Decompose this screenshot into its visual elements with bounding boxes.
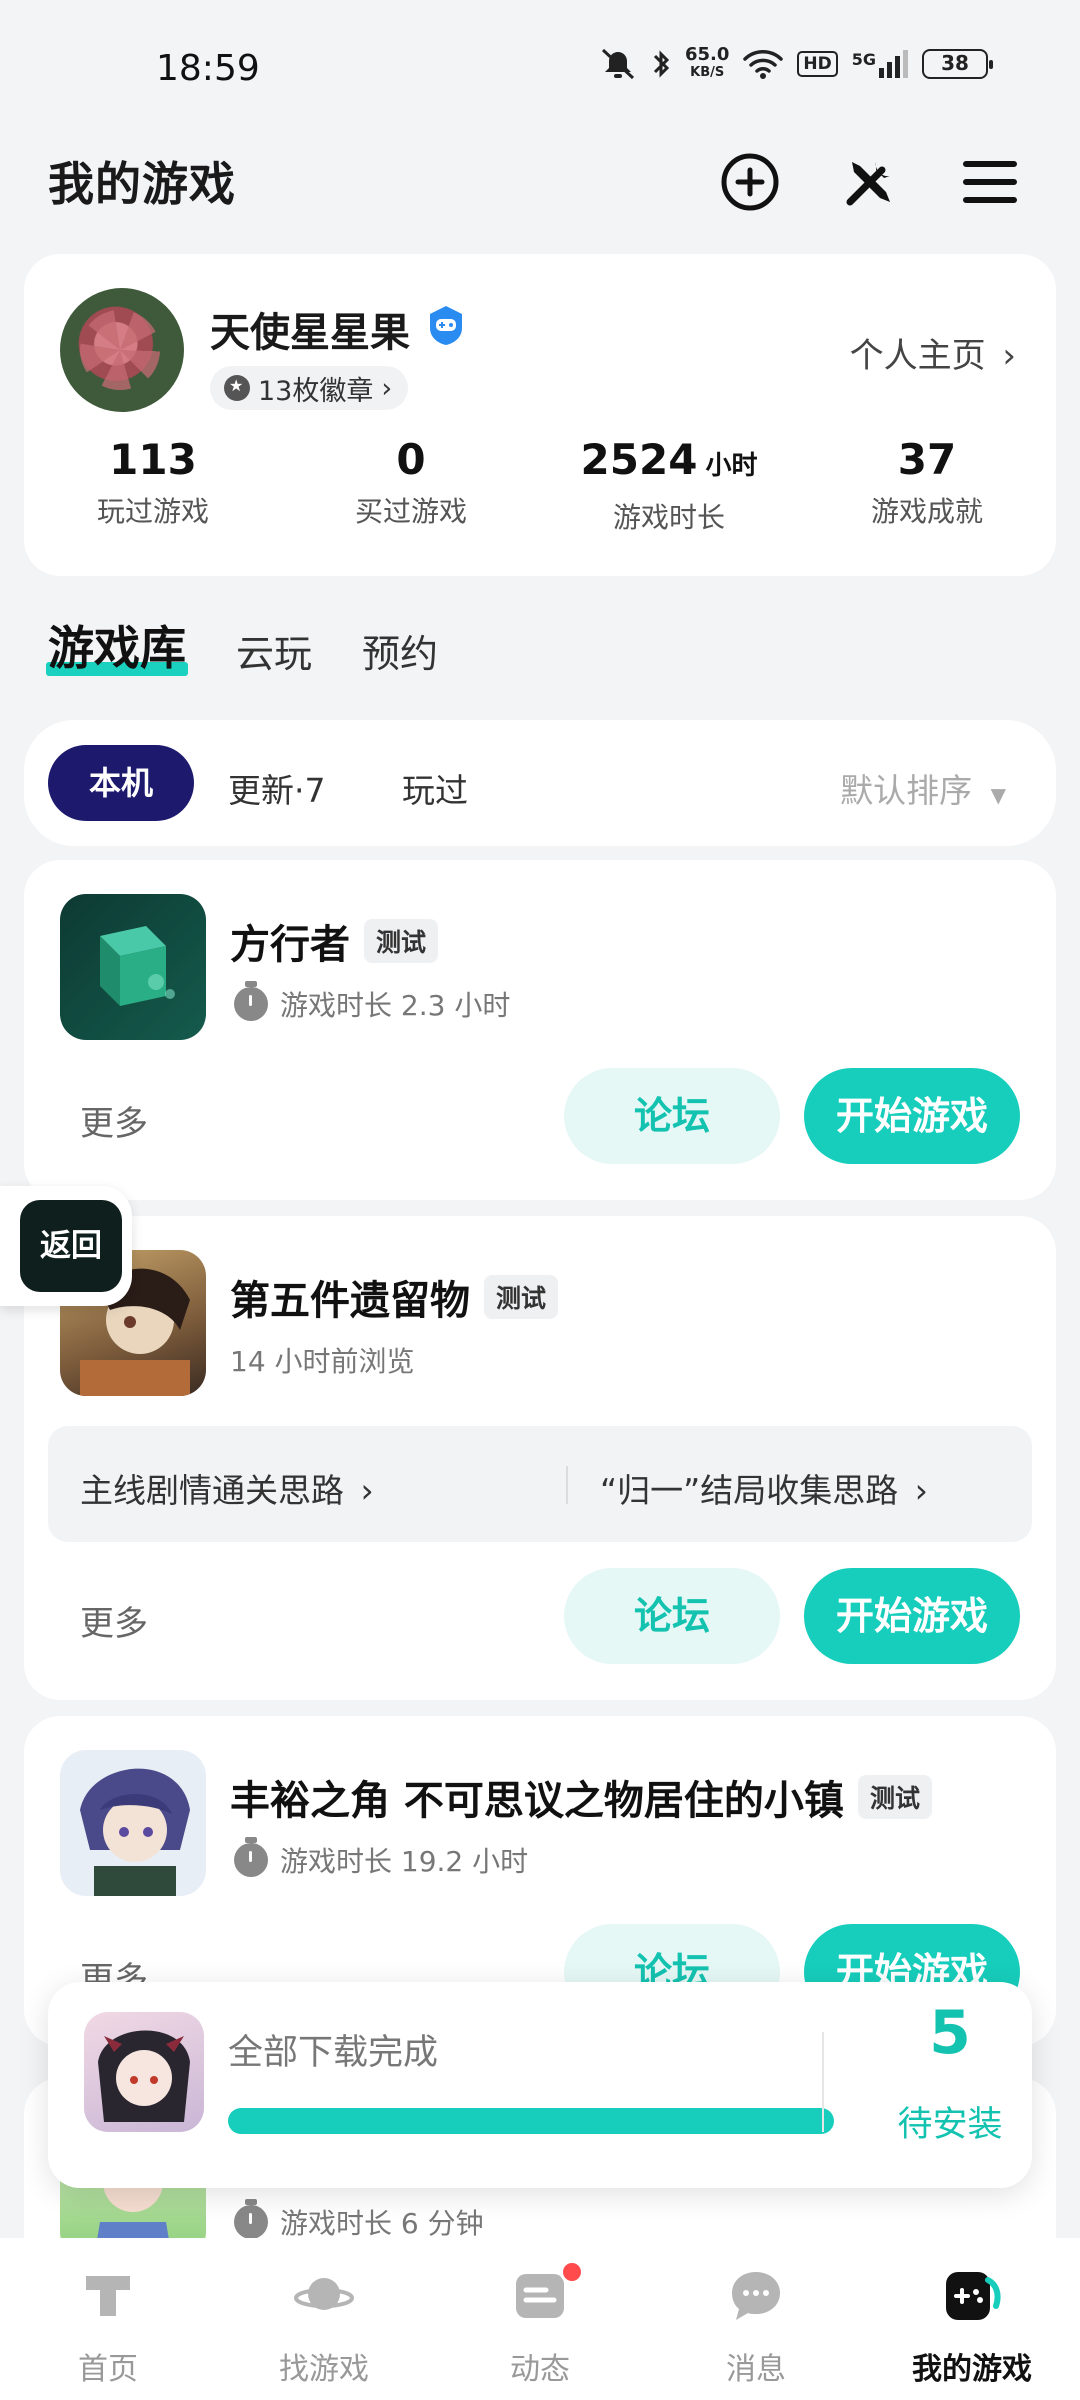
stat-playtime[interactable]: 2524 小时 游戏时长 [540, 434, 798, 536]
hd-indicator: HD [797, 51, 838, 77]
verified-gamer-icon [430, 306, 462, 345]
filter-played[interactable]: 玩过 [402, 764, 468, 812]
filter-bar: 本机 更新·7 玩过 默认排序 ▼ [24, 720, 1056, 846]
menu-icon[interactable] [958, 150, 1022, 214]
status-time: 18:59 [156, 48, 260, 89]
game-title: 丰裕之角 不可思议之物居住的小镇 测试 [230, 1768, 932, 1826]
filter-local[interactable]: 本机 [48, 745, 194, 821]
stat-bought[interactable]: 0 买过游戏 [282, 434, 540, 536]
timer-icon [234, 981, 268, 1021]
stats-row: 113 玩过游戏 0 买过游戏 2524 小时 游戏时长 37 游戏成就 [24, 434, 1056, 536]
filter-update[interactable]: 更新·7 [228, 764, 326, 812]
forum-button[interactable]: 论坛 [564, 1068, 780, 1164]
medal-icon [224, 375, 250, 401]
chevron-right-icon: › [381, 372, 393, 404]
nav-find-games[interactable]: 找游戏 [216, 2238, 432, 2400]
game-icon[interactable] [60, 894, 206, 1040]
start-game-button[interactable]: 开始游戏 [804, 1568, 1020, 1664]
game-icon[interactable] [60, 1750, 206, 1896]
tools-icon[interactable] [838, 150, 902, 214]
profile-link[interactable]: 个人主页 › [850, 328, 1016, 377]
tab-reservation[interactable]: 预约 [362, 623, 438, 678]
cube-icon [100, 926, 175, 1006]
status-bar: 18:59 65.0 KB/S HD 5G 38 [0, 0, 1080, 130]
mute-icon [601, 48, 634, 80]
chevron-right-icon: › [914, 1471, 928, 1510]
test-tag: 测试 [364, 919, 439, 963]
planet-icon [294, 2278, 354, 2310]
library-tabs: 游戏库 云玩 预约 [46, 612, 438, 678]
stat-achievements[interactable]: 37 游戏成就 [798, 434, 1056, 536]
sort-dropdown[interactable]: 默认排序 ▼ [840, 764, 1006, 812]
nav-messages[interactable]: 消息 [648, 2238, 864, 2400]
page-title: 我的游戏 [48, 157, 236, 211]
guide-divider [566, 1466, 568, 1504]
test-tag: 测试 [857, 1775, 932, 1819]
badge-count[interactable]: 13枚徽章 › [210, 366, 409, 410]
tab-cloud-play[interactable]: 云玩 [236, 623, 312, 678]
signal-icon: 5G [852, 50, 908, 78]
more-link[interactable]: 更多 [80, 1596, 148, 1645]
chevron-right-icon: › [360, 1471, 374, 1510]
download-progress-bar [228, 2108, 834, 2134]
download-status-card[interactable]: 全部下载完成 5 待安装 [48, 1982, 1032, 2188]
guide-strip: 主线剧情通关思路 › “归一”结局收集思路 › [48, 1426, 1032, 1542]
avatar[interactable] [60, 288, 184, 412]
divider [822, 2032, 824, 2132]
username: 天使星星果 [210, 310, 410, 356]
nav-feed[interactable]: 动态 [432, 2238, 648, 2400]
character-portrait-icon [80, 1768, 190, 1896]
pending-install-count: 5 [929, 1998, 971, 2068]
game-subtitle: 游戏时长 6 分钟 [234, 2199, 484, 2242]
start-game-button[interactable]: 开始游戏 [804, 1068, 1020, 1164]
caret-down-icon: ▼ [990, 783, 1006, 807]
more-link[interactable]: 更多 [80, 1096, 148, 1145]
timer-icon [234, 2199, 268, 2239]
game-subtitle: 14 小时前浏览 [230, 1345, 415, 1378]
game-subtitle: 游戏时长 19.2 小时 [234, 1837, 528, 1880]
add-icon[interactable] [718, 150, 782, 214]
game-card[interactable]: 方行者 测试 游戏时长 2.3 小时 更多 论坛 开始游戏 [24, 860, 1056, 1200]
net-speed: 65.0 KB/S [684, 44, 730, 81]
stat-played[interactable]: 113 玩过游戏 [24, 434, 282, 536]
tab-library[interactable]: 游戏库 [46, 612, 188, 678]
download-status-text: 全部下载完成 [228, 2033, 439, 2073]
wifi-icon [743, 50, 784, 79]
guide-link-main-story[interactable]: 主线剧情通关思路 › [80, 1464, 374, 1512]
return-label: 返回 [20, 1200, 122, 1292]
nav-my-games[interactable]: 我的游戏 [864, 2238, 1080, 2400]
game-subtitle: 游戏时长 2.3 小时 [234, 981, 510, 1024]
chevron-right-icon: › [1002, 336, 1016, 376]
forum-button[interactable]: 论坛 [564, 1568, 780, 1664]
bluetooth-icon [653, 50, 670, 78]
guide-link-ending[interactable]: “归一”结局收集思路 › [600, 1464, 928, 1512]
notification-dot [560, 2260, 584, 2284]
test-tag: 测试 [484, 1275, 559, 1319]
character-portrait-icon [98, 2030, 190, 2122]
profile-card: 天使星星果 13枚徽章 › 个人主页 › 113 玩过游戏 0 买过游戏 252… [24, 254, 1056, 576]
game-title: 第五件遗留物 测试 [230, 1268, 559, 1326]
pending-install-label: 待安装 [897, 2105, 1003, 2145]
nav-home[interactable]: 首页 [0, 2238, 216, 2400]
game-card[interactable]: 第五件遗留物 测试 14 小时前浏览 主线剧情通关思路 › “归一”结局收集思路… [24, 1216, 1056, 1700]
message-icon [732, 2272, 780, 2320]
timer-icon [234, 1837, 268, 1877]
game-title: 方行者 测试 [230, 912, 439, 970]
status-icons: 65.0 KB/S HD 5G 38 [599, 44, 993, 82]
download-game-icon [84, 2012, 204, 2132]
bottom-nav: 首页 找游戏 动态 消息 我的游戏 [0, 2238, 1080, 2400]
battery-icon: 38 [922, 49, 993, 79]
home-icon [86, 2276, 130, 2316]
return-float-button[interactable]: 返回 [0, 1186, 132, 1306]
gamepad-icon [946, 2272, 1001, 2320]
